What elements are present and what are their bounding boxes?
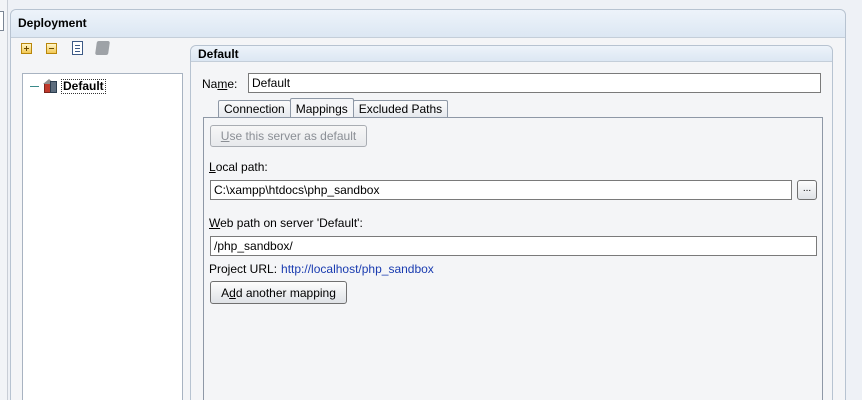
server-action-button[interactable] [94,40,110,56]
tab-connection[interactable]: Connection [218,100,291,117]
project-url-label: Project URL: [209,262,278,276]
add-server-button[interactable] [18,40,34,56]
web-path-field[interactable]: /php_sandbox/ [210,236,817,256]
tab-excluded-paths[interactable]: Excluded Paths [352,100,449,117]
deployment-title: Deployment [11,10,845,38]
tree-item-label: Default [61,78,106,94]
mappings-tab-body: Use this server as default Local path: C… [203,117,823,400]
left-edge-tab[interactable] [0,11,4,31]
add-icon [20,42,32,54]
left-edge-strip [0,0,8,400]
disabled-server-icon [94,41,110,55]
local-path-field[interactable]: C:\xampp\htdocs\php_sandbox [210,180,792,200]
name-field[interactable]: Default [248,73,821,93]
project-url-link[interactable]: http://localhost/php_sandbox [281,262,434,276]
local-path-label: Local path: [209,160,268,174]
copy-icon [71,41,83,55]
copy-server-button[interactable] [69,40,85,56]
server-icon [43,78,58,94]
remove-icon [45,42,57,54]
detail-tabs: Connection Mappings Excluded Paths [218,98,449,118]
remove-server-button[interactable] [43,40,59,56]
name-label: Name: [202,77,238,91]
detail-title: Default [191,46,832,62]
server-detail-panel: Default Name: Default Connection Mapping… [190,45,833,400]
tab-mappings[interactable]: Mappings [289,98,354,117]
tree-item-default[interactable]: Default [30,78,106,94]
server-tree: Default [22,73,183,400]
use-as-default-button[interactable]: Use this server as default [210,125,367,147]
tree-connector [30,85,39,87]
browse-button[interactable]: ... [797,180,817,200]
project-url-row: Project URL: http://localhost/php_sandbox [209,262,434,276]
web-path-label: Web path on server 'Default': [209,216,363,230]
add-mapping-button[interactable]: Add another mapping [210,281,347,304]
